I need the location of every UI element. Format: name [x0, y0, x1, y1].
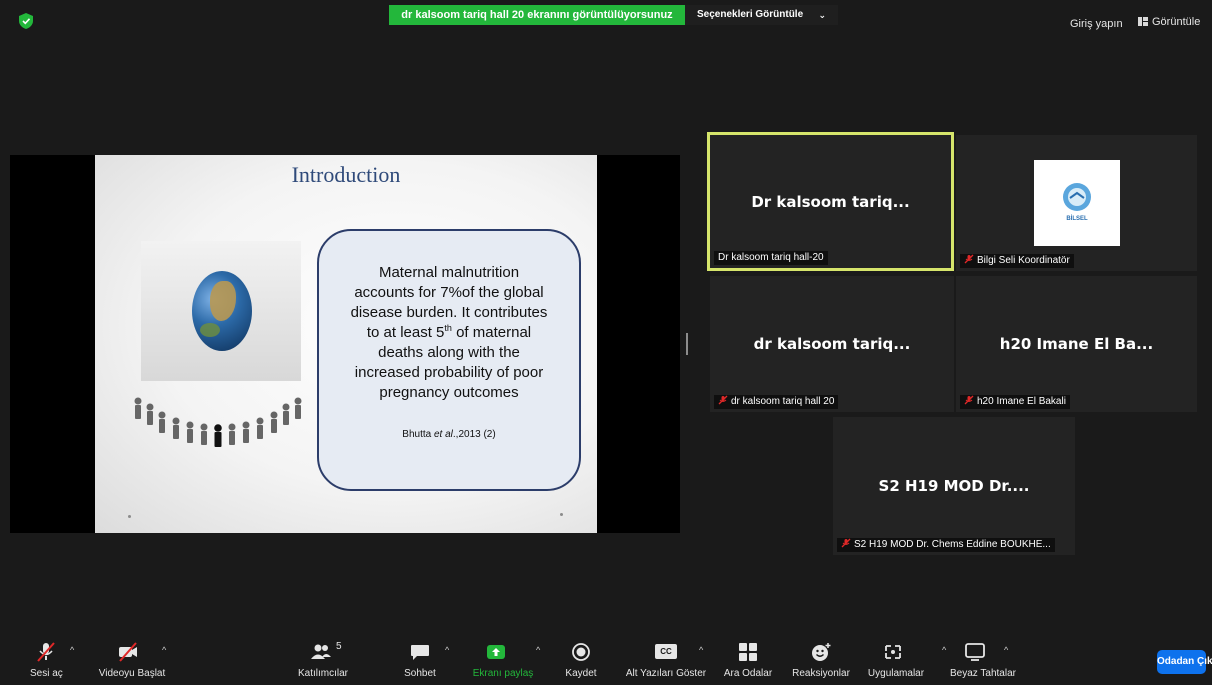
- slide-text-box: Maternal malnutrition accounts for 7%of …: [317, 229, 581, 491]
- apps-label: Uygulamalar: [867, 668, 925, 679]
- share-screen-button[interactable]: ^ Ekranı paylaş: [468, 630, 540, 685]
- participant-display-name: h20 Imane El Ba...: [999, 335, 1154, 353]
- participant-tile[interactable]: dr kalsoom tariq... dr kalsoom tariq hal…: [710, 276, 954, 412]
- record-label: Kaydet: [565, 668, 597, 679]
- view-label: Görüntüle: [1152, 16, 1201, 28]
- leave-meeting-button[interactable]: Odadan Çık: [1157, 650, 1212, 674]
- whiteboard-icon: [965, 643, 985, 661]
- reactions-label: Reaksiyonlar: [792, 668, 850, 679]
- slide-body-line: Maternal malnutrition: [378, 264, 520, 281]
- apps-button[interactable]: ^ Uygulamalar: [860, 630, 946, 685]
- slide-body-line: disease burden. It contributes: [350, 304, 548, 321]
- participant-tile[interactable]: BİLSEL Bilgi Seli Koordinatör: [956, 135, 1197, 271]
- chevron-down-icon: ⌄: [818, 10, 826, 20]
- start-video-label: Videoyu Başlat: [98, 668, 166, 679]
- breakout-rooms-button[interactable]: Ara Odalar: [720, 630, 776, 685]
- reactions-button[interactable]: Reaksiyonlar: [788, 630, 854, 685]
- participant-tile[interactable]: Dr kalsoom tariq... Dr kalsoom tariq hal…: [707, 132, 954, 271]
- whiteboard-options-caret-icon[interactable]: ^: [1004, 645, 1008, 655]
- participant-name-label: Dr kalsoom tariq hall-20: [714, 251, 828, 265]
- participant-name-label: Bilgi Seli Koordinatör: [960, 254, 1074, 268]
- video-off-icon: [119, 642, 137, 662]
- share-screen-label: Ekranı paylaş: [472, 668, 534, 679]
- record-button[interactable]: Kaydet: [557, 630, 605, 685]
- slide-title: Introduction: [291, 162, 401, 187]
- participant-name-label: S2 H19 MOD Dr. Chems Eddine BOUKHE...: [837, 538, 1055, 552]
- slide-citation: Bhutta et al.,2013 (2): [402, 429, 496, 440]
- chat-button[interactable]: ^ Sohbet: [395, 630, 449, 685]
- bilsel-logo-text: BİLSEL: [1066, 216, 1088, 222]
- captions-options-caret-icon[interactable]: ^: [699, 645, 703, 655]
- view-button[interactable]: Görüntüle: [1138, 16, 1200, 28]
- participant-display-name: S2 H19 MOD Dr....: [878, 477, 1030, 495]
- share-screen-icon: [487, 645, 505, 659]
- slide-body-line: deaths along with the: [378, 344, 520, 361]
- start-video-button[interactable]: ^ Videoyu Başlat: [92, 630, 172, 685]
- participants-icon: [311, 644, 331, 659]
- slide-body-line: pregnancy outcomes: [379, 384, 519, 401]
- chat-label: Sohbet: [404, 668, 436, 679]
- slide-body-line: increased probability of poor: [354, 364, 544, 381]
- chat-bubble-icon: [411, 645, 429, 660]
- meeting-toolbar: ^ Sesi aç ^ Videoyu Başlat 5 Katılımcıla…: [0, 630, 1212, 685]
- breakout-rooms-icon: [739, 643, 757, 661]
- show-captions-label: Alt Yazıları Göster: [625, 668, 707, 679]
- smiley-plus-icon: [812, 643, 831, 661]
- slide-dot: [128, 515, 131, 518]
- breakout-rooms-label: Ara Odalar: [723, 668, 773, 679]
- people-crowd-image: [134, 397, 302, 447]
- muted-mic-icon: [964, 254, 974, 264]
- participants-count: 5: [336, 641, 342, 652]
- apps-options-caret-icon[interactable]: ^: [942, 645, 946, 655]
- shared-screen[interactable]: Introduction Maternal malnutrition accou…: [10, 155, 680, 533]
- view-options-label: Seçenekleri Görüntüle: [697, 9, 804, 20]
- muted-mic-icon: [964, 395, 974, 405]
- participant-name-label: dr kalsoom tariq hall 20: [714, 395, 839, 409]
- unmute-button[interactable]: ^ Sesi aç: [20, 630, 74, 685]
- globe-image: [192, 271, 252, 351]
- participants-label: Katılımcılar: [297, 668, 348, 679]
- muted-mic-icon: [718, 395, 728, 405]
- closed-captions-icon: CC: [655, 644, 677, 659]
- security-shield-icon[interactable]: [19, 13, 33, 29]
- video-options-caret-icon[interactable]: ^: [162, 645, 166, 655]
- participant-tile[interactable]: h20 Imane El Ba... h20 Imane El Bakali: [956, 276, 1197, 412]
- slide-body-line: accounts for 7%of the global: [354, 284, 544, 301]
- slide-body-line: to at least 5th of maternal: [366, 323, 532, 342]
- show-captions-button[interactable]: CC ^ Alt Yazıları Göster: [620, 630, 712, 685]
- slide-body-text: Maternal malnutrition accounts for 7%of …: [329, 263, 569, 403]
- slide-dot: [560, 513, 563, 516]
- record-icon: [572, 643, 590, 661]
- split-view-divider-handle[interactable]: [686, 333, 688, 355]
- whiteboards-button[interactable]: ^ Beyaz Tahtalar: [950, 630, 1016, 685]
- apps-icon: [885, 645, 901, 659]
- participant-display-name: Dr kalsoom tariq...: [751, 192, 910, 211]
- sign-in-link[interactable]: Giriş yapın: [1070, 18, 1123, 30]
- zoom-meeting-window: { "top_bar": { "share_banner": "dr kalso…: [0, 0, 1212, 685]
- share-options-caret-icon[interactable]: ^: [536, 645, 540, 655]
- participants-button[interactable]: 5 Katılımcılar: [283, 630, 363, 685]
- whiteboards-label: Beyaz Tahtalar: [950, 668, 1016, 679]
- presentation-slide: Introduction Maternal malnutrition accou…: [95, 155, 597, 533]
- bilsel-logo: BİLSEL: [1034, 160, 1120, 246]
- muted-mic-icon: [37, 642, 55, 662]
- unmute-label: Sesi aç: [30, 668, 63, 679]
- participant-name-label: h20 Imane El Bakali: [960, 395, 1070, 409]
- participant-tile[interactable]: S2 H19 MOD Dr.... S2 H19 MOD Dr. Chems E…: [833, 417, 1075, 555]
- screen-share-banner: dr kalsoom tariq hall 20 ekranını görünt…: [389, 5, 685, 25]
- muted-mic-icon: [841, 538, 851, 548]
- audio-options-caret-icon[interactable]: ^: [70, 645, 74, 655]
- participant-display-name: dr kalsoom tariq...: [753, 335, 911, 353]
- view-options-button[interactable]: Seçenekleri Görüntüle ⌄: [685, 5, 838, 25]
- bilsel-logo-icon: [1063, 183, 1091, 211]
- gallery-view-icon: [1138, 17, 1148, 26]
- chat-options-caret-icon[interactable]: ^: [445, 645, 449, 655]
